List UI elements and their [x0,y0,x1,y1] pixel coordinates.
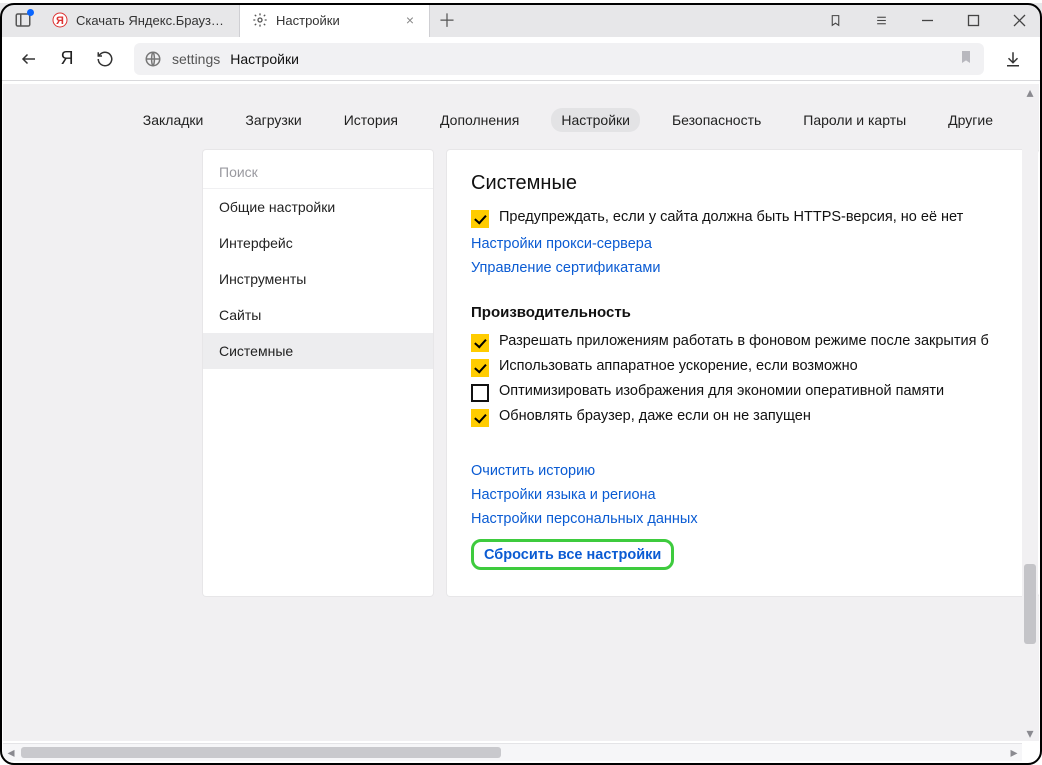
scroll-up-icon[interactable]: ▴ [1022,84,1038,100]
yandex-favicon-icon: Я [52,12,68,28]
nav-history[interactable]: История [334,108,408,132]
tab-title: Скачать Яндекс.Браузер д [76,13,227,28]
settings-page: Закладки Загрузки История Дополнения Нас… [3,84,1039,741]
tab-close-icon[interactable]: × [403,13,417,27]
menu-button[interactable] [858,3,904,37]
sidebar-item-general[interactable]: Общие настройки [203,189,433,225]
tab-title: Настройки [276,13,395,28]
checkbox-label: Предупреждать, если у сайта должна быть … [499,209,963,225]
section-title-performance: Производительность [471,304,1015,321]
horizontal-scrollbar[interactable]: ◂ ▸ [3,743,1022,761]
address-bar[interactable]: settings Настройки [134,43,984,75]
reload-button[interactable] [88,42,122,76]
bookmark-icon[interactable] [958,49,974,68]
new-tab-button[interactable]: ＋ [430,3,464,37]
scroll-left-icon[interactable]: ◂ [3,744,19,761]
reset-all-settings-link[interactable]: Сбросить все настройки [484,547,661,563]
vertical-scrollbar[interactable]: ▴ ▾ [1022,84,1038,741]
back-button[interactable] [12,42,46,76]
section-title-system: Системные [471,172,1015,195]
downloads-button[interactable] [996,42,1030,76]
perf-optimize-images-row[interactable]: Оптимизировать изображения для экономии … [471,383,1015,402]
collections-button[interactable] [812,3,858,37]
perf-update-background-row[interactable]: Обновлять браузер, даже если он не запущ… [471,408,1015,427]
gear-favicon-icon [252,12,268,28]
home-yandex-button[interactable]: Я [50,42,84,76]
proxy-settings-link[interactable]: Настройки прокси-сервера [471,236,1015,252]
settings-top-nav: Закладки Загрузки История Дополнения Нас… [3,84,1039,150]
site-settings-icon [144,50,162,68]
certificates-link[interactable]: Управление сертификатами [471,260,1015,276]
nav-downloads[interactable]: Загрузки [235,108,311,132]
checkbox-label: Оптимизировать изображения для экономии … [499,383,944,399]
personal-data-link[interactable]: Настройки персональных данных [471,511,1015,527]
reset-settings-highlight: Сбросить все настройки [471,539,674,570]
scrollbar-thumb[interactable] [1024,564,1036,644]
nav-passwords[interactable]: Пароли и карты [793,108,916,132]
scroll-right-icon[interactable]: ▸ [1006,744,1022,761]
checkbox-icon[interactable] [471,334,489,352]
language-region-link[interactable]: Настройки языка и региона [471,487,1015,503]
nav-security[interactable]: Безопасность [662,108,771,132]
settings-main-panel: Системные Предупреждать, если у сайта до… [447,150,1039,596]
nav-other[interactable]: Другие [938,108,1003,132]
settings-search-input[interactable]: Поиск [203,156,433,189]
https-warning-checkbox-row[interactable]: Предупреждать, если у сайта должна быть … [471,209,1015,228]
perf-hardware-accel-row[interactable]: Использовать аппаратное ускорение, если … [471,358,1015,377]
window-minimize-button[interactable] [904,3,950,37]
settings-sidebar: Поиск Общие настройки Интерфейс Инструме… [203,150,433,596]
clear-history-link[interactable]: Очистить историю [471,463,1015,479]
nav-extensions[interactable]: Дополнения [430,108,529,132]
sidebar-item-sites[interactable]: Сайты [203,297,433,333]
sidebar-item-interface[interactable]: Интерфейс [203,225,433,261]
window-maximize-button[interactable] [950,3,996,37]
scroll-down-icon[interactable]: ▾ [1022,725,1038,741]
checkbox-icon[interactable] [471,384,489,402]
svg-text:Я: Я [56,15,64,27]
browser-tab-active[interactable]: Настройки × [240,3,430,37]
checkbox-label: Разрешать приложениям работать в фоновом… [499,333,989,349]
notification-dot [27,9,34,16]
checkbox-icon[interactable] [471,409,489,427]
url-host: settings [172,51,220,67]
checkbox-label: Использовать аппаратное ускорение, если … [499,358,858,374]
nav-settings[interactable]: Настройки [551,108,640,132]
checkbox-label: Обновлять браузер, даже если он не запущ… [499,408,811,424]
url-path: Настройки [230,51,299,67]
scrollbar-thumb[interactable] [21,747,501,758]
checkbox-icon[interactable] [471,359,489,377]
perf-background-apps-row[interactable]: Разрешать приложениям работать в фоновом… [471,333,1015,352]
browser-tab[interactable]: Я Скачать Яндекс.Браузер д [40,3,240,37]
sidebar-item-tools[interactable]: Инструменты [203,261,433,297]
checkbox-icon[interactable] [471,210,489,228]
window-close-button[interactable] [996,3,1042,37]
sidebar-panel-toggle[interactable] [6,3,40,37]
nav-bookmarks[interactable]: Закладки [133,108,214,132]
sidebar-item-system[interactable]: Системные [203,333,433,369]
